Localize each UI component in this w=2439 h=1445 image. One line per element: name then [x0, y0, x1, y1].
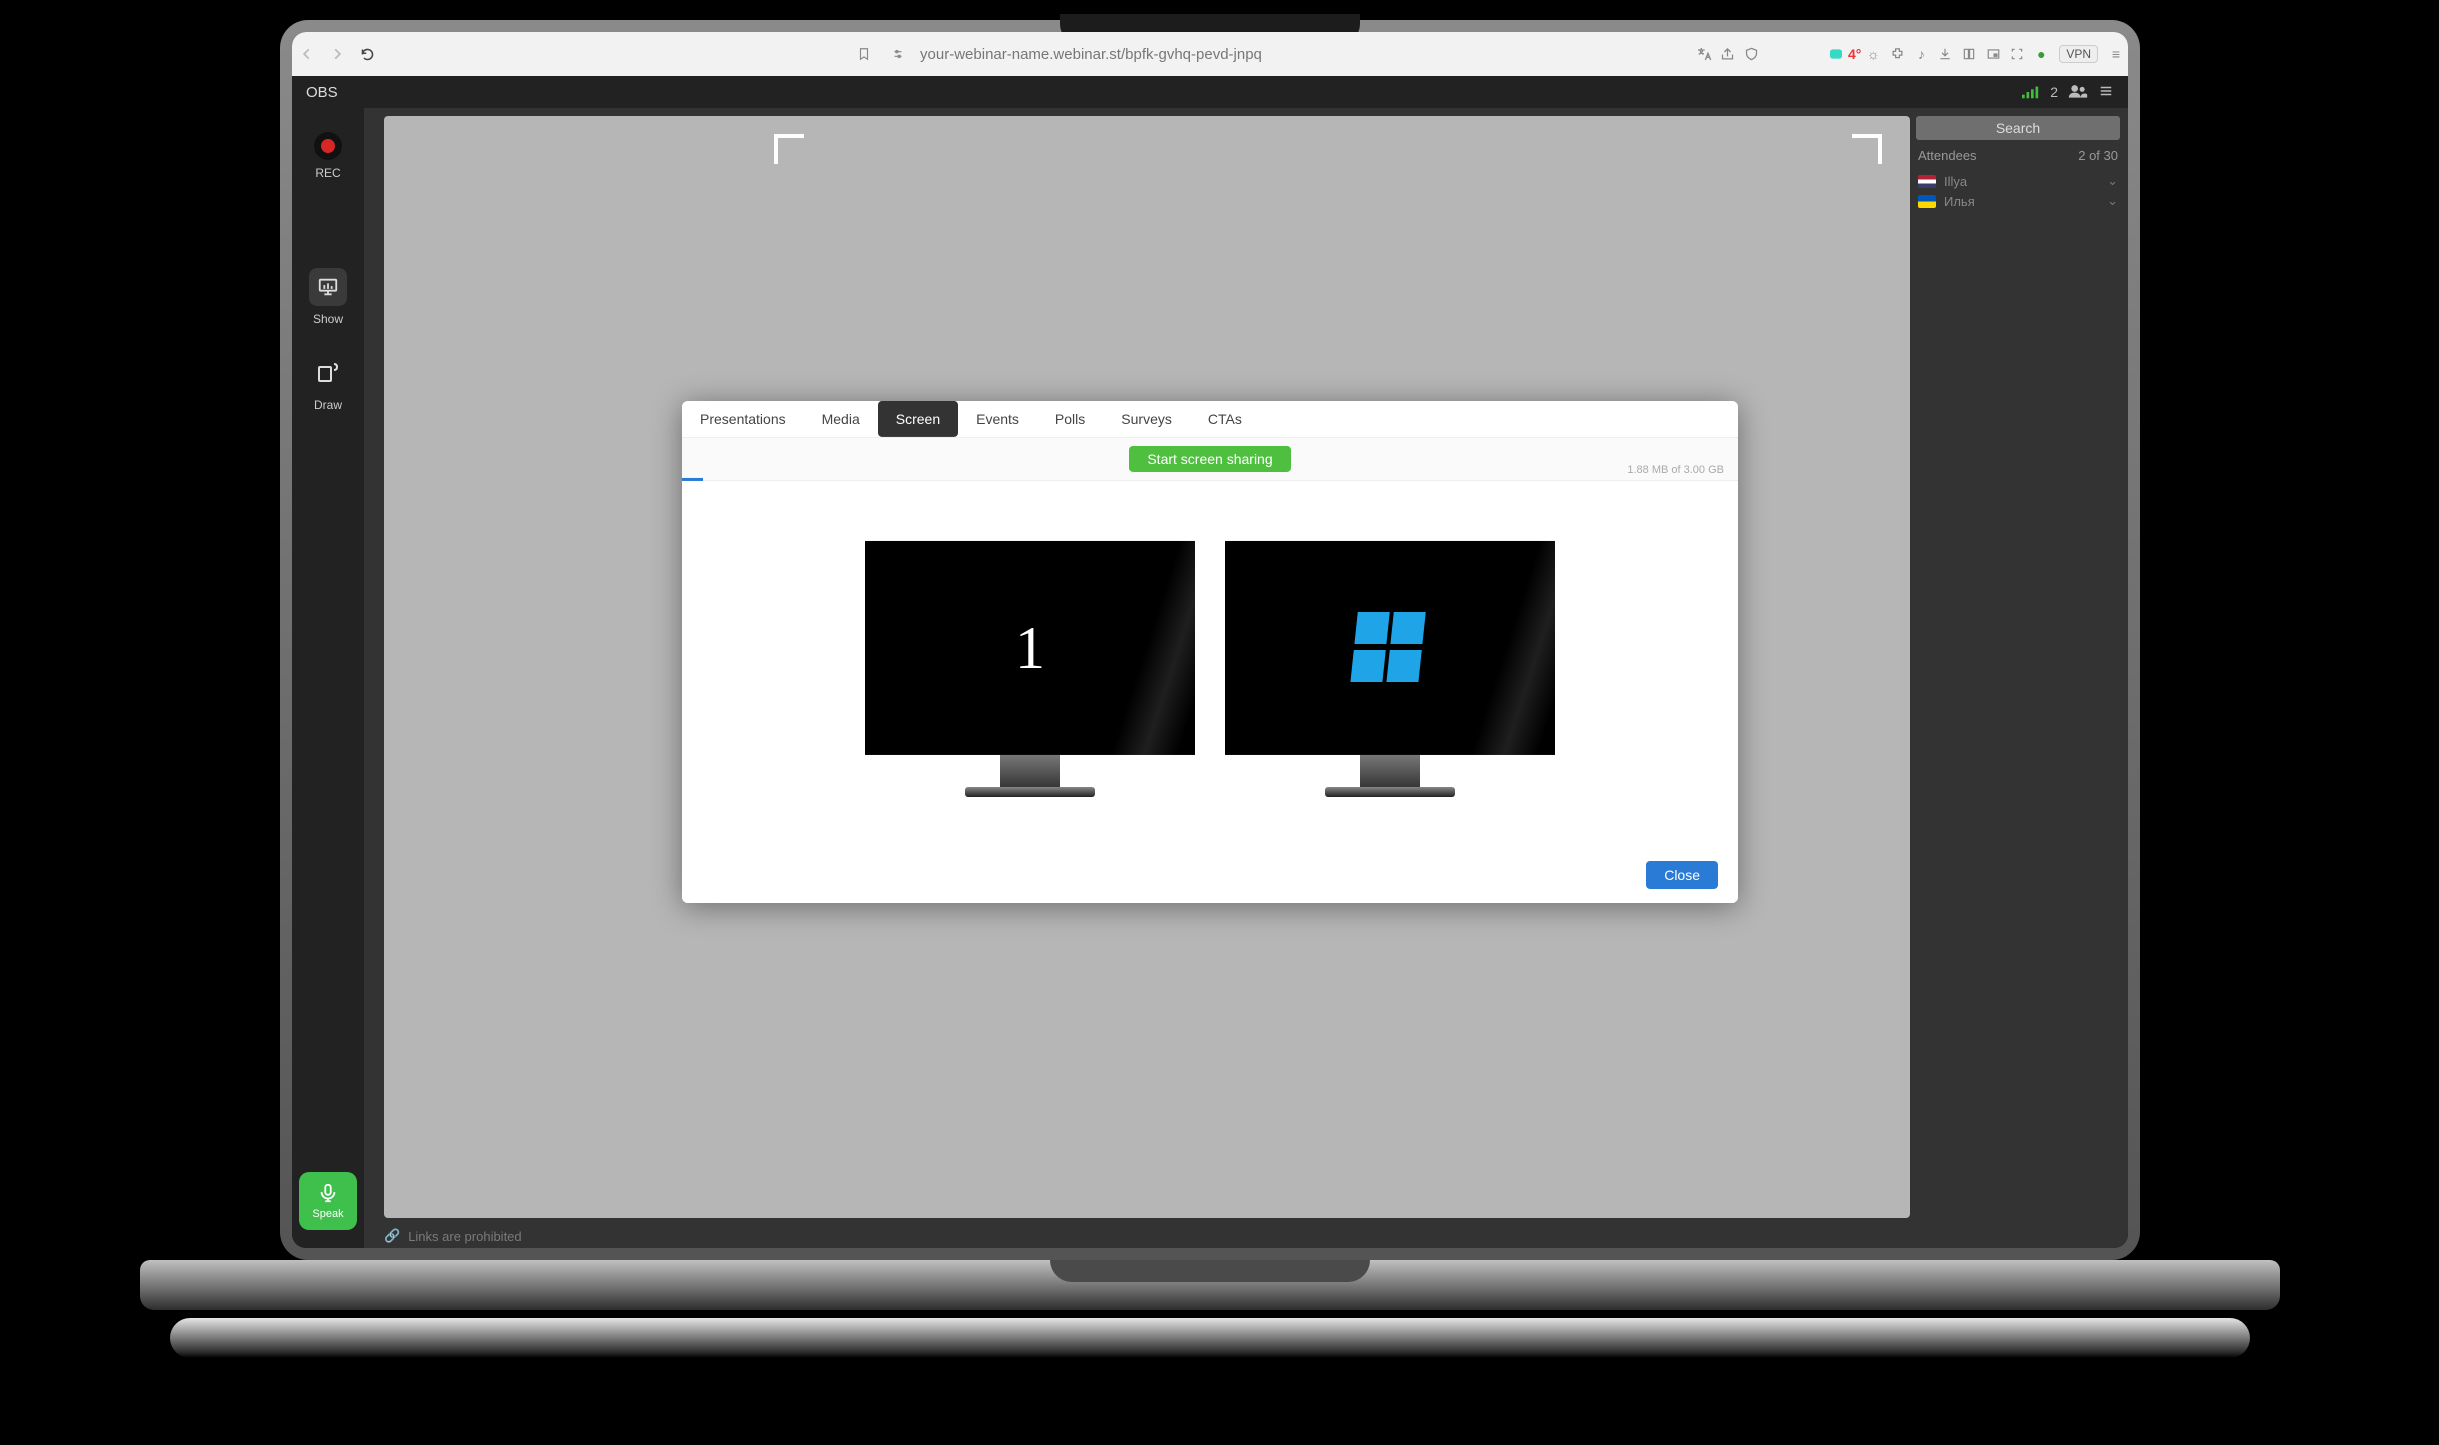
webinar-app: OBS 2 [292, 76, 2128, 1248]
attendee-row[interactable]: Илья ⌄ [1916, 191, 2120, 211]
back-button[interactable] [292, 47, 322, 61]
music-icon[interactable]: ♪ [1909, 46, 1933, 62]
attendee-panel: Search Attendees 2 of 30 Illya ⌄ Ил [1916, 116, 2120, 211]
speak-button[interactable]: Speak [299, 1172, 357, 1230]
tab-surveys[interactable]: Surveys [1103, 401, 1190, 437]
extensions-icon[interactable] [1885, 47, 1909, 62]
screen-option-2[interactable] [1225, 541, 1555, 797]
laptop-frame: your-webinar-name.webinar.st/bpfk-gvhq-p… [280, 20, 2140, 1380]
close-button[interactable]: Close [1646, 861, 1718, 889]
reload-button[interactable] [352, 47, 382, 62]
tab-events[interactable]: Events [958, 401, 1037, 437]
start-share-button[interactable]: Start screen sharing [1129, 446, 1290, 472]
share-modal: Presentations Media Screen Events Polls … [682, 401, 1738, 903]
signal-icon [2022, 85, 2040, 99]
app-title: OBS [306, 84, 338, 101]
search-input[interactable]: Search [1916, 116, 2120, 140]
translate-icon[interactable] [1692, 46, 1716, 62]
storage-progress [682, 478, 703, 481]
screen-1-label: 1 [1015, 613, 1045, 682]
storage-quota: 1.88 MB of 3.00 GB [1627, 464, 1724, 476]
attendees-count: 2 of 30 [2078, 148, 2118, 163]
modal-footer: Close [682, 847, 1738, 903]
rec-icon [314, 132, 342, 160]
ext-icon-1[interactable] [1824, 46, 1848, 62]
monitor-icon: 1 [865, 541, 1195, 755]
modal-tabs: Presentations Media Screen Events Polls … [682, 401, 1738, 437]
draw-icon [309, 354, 347, 392]
draw-button[interactable]: Draw [309, 354, 347, 412]
rec-button[interactable]: REC [314, 132, 342, 180]
tab-media[interactable]: Media [804, 401, 878, 437]
attendee-name: Илья [1944, 194, 1975, 209]
screen-option-1[interactable]: 1 [865, 541, 1195, 797]
downloads-icon[interactable] [1933, 47, 1957, 61]
bookmark-icon[interactable] [852, 46, 876, 62]
attendee-name: Illya [1944, 174, 1967, 189]
screenshot-icon[interactable] [2005, 47, 2029, 61]
forward-button[interactable] [322, 47, 352, 61]
show-label: Show [313, 312, 343, 326]
monitor-icon [1225, 541, 1555, 755]
attendee-row[interactable]: Illya ⌄ [1916, 171, 2120, 191]
people-icon[interactable] [2068, 84, 2088, 101]
share-bar: Start screen sharing 1.88 MB of 3.00 GB [682, 437, 1738, 481]
shield-icon[interactable] [1740, 46, 1764, 62]
tab-presentations[interactable]: Presentations [682, 401, 804, 437]
address-bar[interactable]: your-webinar-name.webinar.st/bpfk-gvhq-p… [920, 46, 1262, 63]
speak-label: Speak [312, 1208, 343, 1220]
site-settings-icon[interactable] [886, 47, 910, 61]
crop-corner-tl [774, 134, 804, 164]
links-text: Links are prohibited [408, 1229, 521, 1244]
screen: your-webinar-name.webinar.st/bpfk-gvhq-p… [292, 32, 2128, 1248]
mic-icon [317, 1182, 339, 1204]
tab-polls[interactable]: Polls [1037, 401, 1103, 437]
show-icon [309, 268, 347, 306]
app-menu-icon[interactable] [2098, 84, 2114, 101]
share-icon[interactable] [1716, 47, 1740, 62]
browser-chrome: your-webinar-name.webinar.st/bpfk-gvhq-p… [292, 32, 2128, 76]
rec-label: REC [315, 166, 340, 180]
weather-badge[interactable]: 4° [1848, 46, 1861, 62]
stage-footer: 🔗 Links are prohibited [384, 1228, 522, 1244]
draw-label: Draw [314, 398, 342, 412]
reader-icon[interactable] [1957, 47, 1981, 61]
show-button[interactable]: Show [309, 268, 347, 326]
flag-icon [1918, 195, 1936, 208]
browser-menu-icon[interactable]: ≡ [2104, 46, 2128, 62]
pip-icon[interactable] [1981, 47, 2005, 61]
link-blocked-icon: 🔗 [384, 1228, 400, 1244]
vpn-status-icon[interactable]: ● [2029, 46, 2053, 62]
vpn-pill[interactable]: VPN [2059, 45, 2098, 63]
chevron-down-icon[interactable]: ⌄ [2107, 193, 2118, 209]
laptop-base [140, 1260, 2280, 1360]
people-count: 2 [2050, 84, 2058, 100]
tab-ctas[interactable]: CTAs [1190, 401, 1260, 437]
tab-screen[interactable]: Screen [878, 401, 958, 437]
screen-choices: 1 [682, 481, 1738, 847]
crop-corner-tr [1852, 134, 1882, 164]
bezel: your-webinar-name.webinar.st/bpfk-gvhq-p… [280, 20, 2140, 1260]
app-header: OBS 2 [292, 76, 2128, 108]
tool-rail: REC Show Draw [292, 108, 364, 1248]
chevron-down-icon[interactable]: ⌄ [2107, 173, 2118, 189]
flag-icon [1918, 175, 1936, 188]
ext-icon-2[interactable]: ☼ [1861, 46, 1885, 62]
attendees-label: Attendees [1918, 148, 1977, 163]
